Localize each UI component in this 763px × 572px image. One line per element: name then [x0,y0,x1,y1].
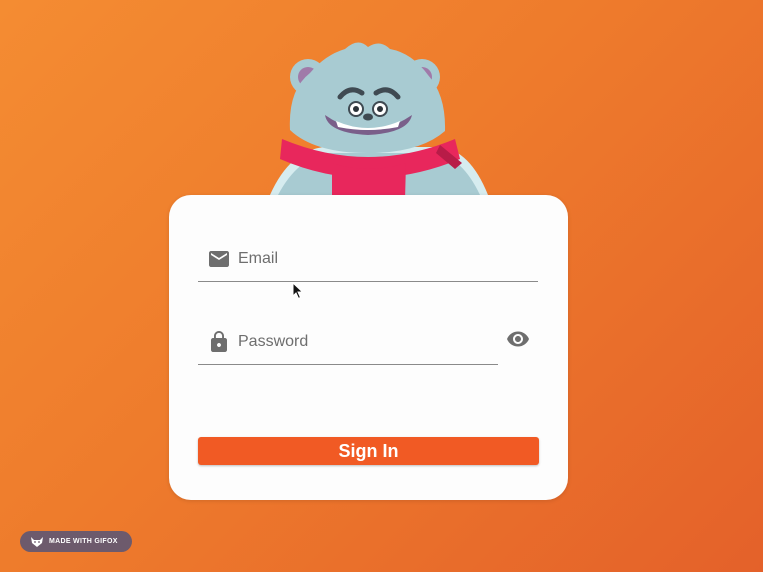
password-input[interactable] [238,328,488,356]
fox-icon [31,536,43,547]
email-input[interactable] [238,245,488,273]
sign-in-button[interactable]: Sign In [198,437,539,465]
password-field[interactable] [198,324,498,365]
login-card: Sign In [169,195,568,500]
eye-icon[interactable] [506,327,530,351]
yeti-mascot [270,42,488,200]
made-with-gifox-badge: MADE WITH GIFOX [20,531,132,552]
lock-icon [211,331,227,352]
mouse-cursor-icon [292,282,304,300]
mail-icon [209,251,229,267]
badge-text: MADE WITH GIFOX [49,538,118,545]
email-field[interactable] [198,241,538,282]
